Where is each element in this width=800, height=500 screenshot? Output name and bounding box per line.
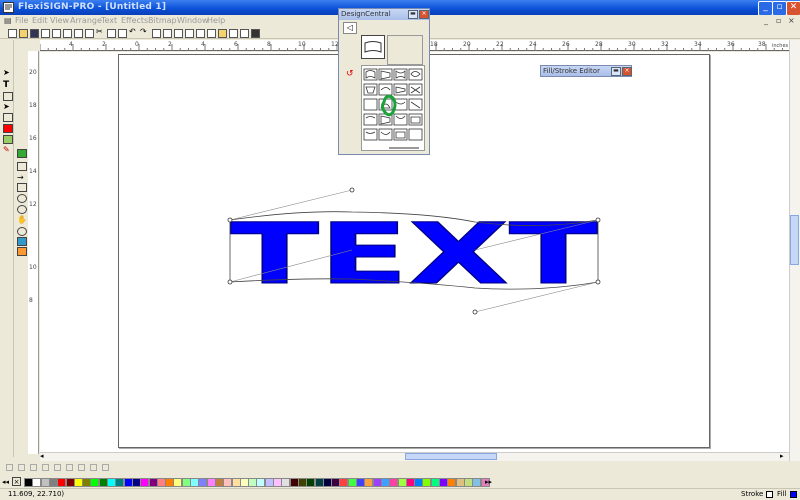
design-tab-icon[interactable]: ◁: [343, 22, 357, 34]
panel-grip: [389, 147, 419, 149]
envelope-node: [227, 217, 233, 223]
status-bar: 11.609, 22.710) Stroke Fill: [0, 488, 800, 500]
control-handle: [472, 309, 478, 315]
stroke-label: Stroke: [741, 490, 764, 498]
fill-stroke-editor-title: Fill/Stroke Editor: [543, 67, 600, 75]
design-central-titlebar[interactable]: DesignCentral ▬ ×: [339, 9, 429, 20]
fill-stroke-close-button[interactable]: ×: [622, 67, 632, 76]
pencil-tool-icon[interactable]: [66, 464, 73, 471]
eraser-tool-icon[interactable]: [90, 464, 97, 471]
no-color-swatch[interactable]: ×: [12, 477, 21, 486]
line-tool-icon[interactable]: [30, 464, 37, 471]
envelope-preview[interactable]: [361, 35, 385, 59]
lasso-icon[interactable]: [18, 464, 25, 471]
design-central-minimize-button[interactable]: ▬: [408, 10, 418, 19]
vertical-scroll-thumb[interactable]: [790, 215, 799, 265]
bottom-toolbar: [0, 461, 800, 475]
palette-scroll-left-icon[interactable]: ◂◂: [2, 478, 9, 486]
select-frame-icon[interactable]: [6, 464, 13, 471]
color-palette: ◂◂ × ▸▸: [0, 476, 800, 488]
scroll-left-arrow-icon[interactable]: ◂: [40, 452, 44, 460]
design-central-title: DesignCentral: [341, 10, 391, 18]
envelope-presets-grid: [361, 65, 425, 151]
envelope-node: [595, 279, 601, 285]
cursor-coordinates: 11.609, 22.710): [8, 490, 65, 498]
fill-label: Fill: [777, 490, 787, 498]
design-central-panel[interactable]: DesignCentral ▬ × ◁ ↺: [338, 8, 430, 155]
freehand-tool-icon[interactable]: [54, 464, 61, 471]
envelope-node: [595, 217, 601, 223]
knife-tool-icon[interactable]: [78, 464, 85, 471]
reset-envelope-icon[interactable]: ↺: [346, 69, 354, 79]
design-central-close-button[interactable]: ×: [419, 10, 429, 19]
fill-stroke-minimize-button[interactable]: ▬: [611, 67, 621, 76]
fill-stroke-editor-titlebar[interactable]: Fill/Stroke Editor ▬ ×: [540, 65, 632, 77]
fill-swatch[interactable]: [790, 491, 797, 498]
control-handle: [349, 187, 355, 193]
stroke-swatch[interactable]: [766, 491, 773, 498]
horizontal-scroll-thumb[interactable]: [405, 453, 497, 460]
envelope-node: [227, 279, 233, 285]
bezier-tool-icon[interactable]: [42, 464, 49, 471]
scroll-right-arrow-icon[interactable]: ▸: [780, 452, 784, 460]
envelope-options-area: [387, 35, 423, 65]
measure-tool-icon[interactable]: [102, 464, 109, 471]
palette-scroll-right-icon[interactable]: ▸▸: [485, 478, 492, 486]
